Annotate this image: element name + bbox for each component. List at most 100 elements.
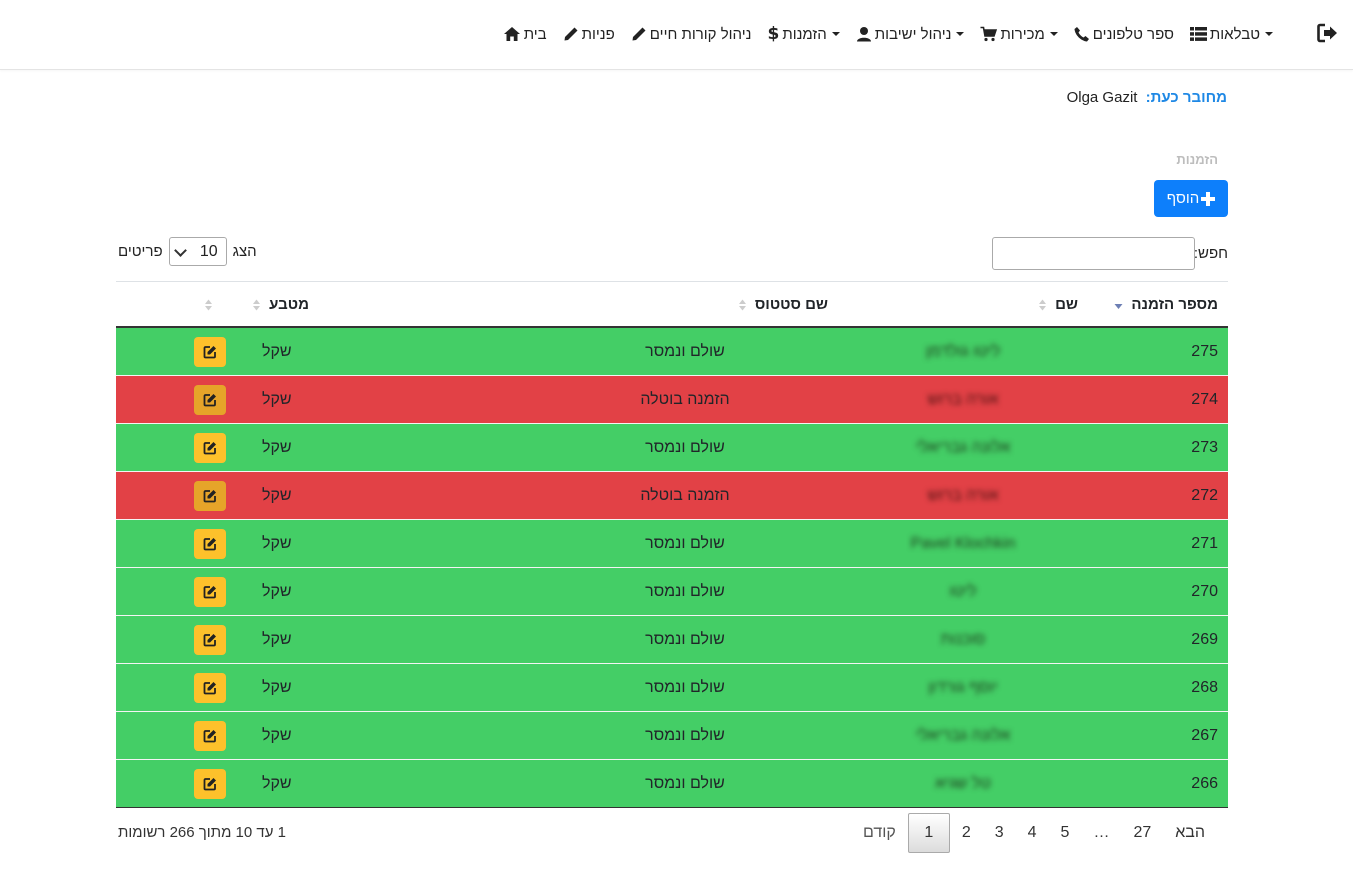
order-number-cell: 274 [1088, 375, 1228, 424]
nav-item-resumes[interactable]: ניהול קורות חיים [631, 26, 751, 43]
edit-button[interactable] [194, 336, 226, 367]
customer-name-cell: יוסף גורדון [838, 663, 1088, 712]
table-row: 266 טל שגיא שולם ונמסר שקל [116, 759, 1228, 808]
add-button-label: הוסף [1166, 190, 1200, 207]
page-length-value: 10 [199, 242, 218, 260]
pagination-next[interactable]: הבא [1163, 813, 1217, 853]
edit-icon [203, 777, 216, 790]
edit-icon [203, 681, 216, 694]
pagination-page-1[interactable]: 1 [907, 813, 950, 853]
column-header-currency[interactable]: מטבע [236, 281, 532, 328]
items-label: פריטים [118, 243, 163, 260]
nav-item-phonebook[interactable]: ספר טלפונים [1074, 26, 1174, 43]
column-header-actions[interactable] [116, 281, 236, 328]
column-header-status[interactable]: שם סטטוס [532, 281, 838, 328]
pagination-page-3[interactable]: 3 [983, 813, 1016, 853]
status-cell: שולם ונמסר [532, 326, 838, 376]
nav-item-tables[interactable]: טבלאות [1189, 25, 1273, 43]
nav-item-label: ניהול ישיבות [874, 25, 952, 43]
currency-cell: שקל [236, 375, 532, 424]
dollar-icon: $ [767, 24, 780, 44]
pagination-page-5[interactable]: 5 [1049, 813, 1082, 853]
nav-item-label: פניות [581, 25, 615, 43]
order-number-cell: 269 [1088, 615, 1228, 664]
pagination-page-2[interactable]: 2 [950, 813, 983, 853]
nav-item-sales[interactable]: מכירות [980, 26, 1058, 43]
page-length-select[interactable]: 10 [168, 237, 227, 266]
nav-item-label: טבלאות [1209, 25, 1260, 43]
edit-button[interactable] [194, 384, 226, 415]
search-label: חפש: [1193, 245, 1228, 262]
order-number-cell: 272 [1088, 471, 1228, 520]
column-header-order-number[interactable]: מספר הזמנה [1088, 281, 1228, 328]
edit-icon [203, 585, 216, 598]
sort-desc-icon [1114, 303, 1123, 309]
sort-both-icon [738, 299, 746, 311]
edit-button[interactable] [194, 576, 226, 607]
actions-cell [116, 711, 236, 760]
connected-user: מחובר כעת: Olga Gazit [1067, 89, 1227, 106]
search-input[interactable] [991, 237, 1195, 270]
show-label: הצג [232, 243, 257, 260]
chevron-down-icon [1049, 32, 1058, 36]
currency-cell: שקל [236, 567, 532, 616]
column-header-name[interactable]: שם [838, 281, 1088, 328]
order-number-cell: 271 [1088, 519, 1228, 568]
status-cell: הזמנה בוטלה [532, 471, 838, 520]
edit-icon [203, 393, 216, 406]
status-cell: שולם ונמסר [532, 711, 838, 760]
add-button[interactable]: הוסף [1154, 180, 1228, 217]
pencil-icon [632, 27, 646, 41]
edit-button[interactable] [194, 432, 226, 463]
nav-item-inquiries[interactable]: פניות [563, 26, 615, 43]
orders-table: מספר הזמנה שם שם סטטוס מטבע 275 ליטו גול… [116, 281, 1228, 808]
edit-icon [203, 345, 216, 358]
page-title: הזמנות [1176, 152, 1218, 167]
actions-cell [116, 326, 236, 376]
edit-button[interactable] [194, 768, 226, 799]
actions-cell [116, 519, 236, 568]
top-navbar: בית פניות ניהול קורות חיים $ הזמנות ניהו… [0, 0, 1353, 70]
phone-icon [1074, 27, 1089, 42]
page-length-control: הצג 10 פריטים [118, 237, 257, 266]
actions-cell [116, 375, 236, 424]
nav-item-label: הזמנות [782, 25, 827, 43]
sort-both-icon [253, 299, 260, 311]
pencil-icon [564, 27, 578, 41]
edit-button[interactable] [194, 624, 226, 655]
customer-name-cell: סוכנות [838, 615, 1088, 664]
customer-name-cell: ליטו [838, 567, 1088, 616]
edit-button[interactable] [194, 480, 226, 511]
currency-cell: שקל [236, 615, 532, 664]
edit-button[interactable] [194, 528, 226, 559]
nav-item-home[interactable]: בית [503, 26, 547, 43]
table-row: 267 אלונה גבריאלי שולם ונמסר שקל [116, 711, 1228, 760]
nav-item-label: בית [523, 25, 547, 43]
table-header-row: מספר הזמנה שם שם סטטוס מטבע [116, 281, 1228, 328]
customer-name-cell: Pavel Klochkin [838, 519, 1088, 568]
table-row: 268 יוסף גורדון שולם ונמסר שקל [116, 663, 1228, 712]
sort-both-icon [205, 299, 212, 311]
customer-name-cell: טל שגיא [838, 759, 1088, 808]
actions-cell [116, 423, 236, 472]
currency-cell: שקל [236, 663, 532, 712]
logout-icon[interactable] [1317, 23, 1339, 43]
actions-cell [116, 615, 236, 664]
pagination-page-4[interactable]: 4 [1016, 813, 1049, 853]
order-number-cell: 266 [1088, 759, 1228, 808]
order-number-cell: 270 [1088, 567, 1228, 616]
nav-item-orders[interactable]: $ הזמנות [767, 24, 840, 44]
edit-icon [203, 633, 216, 646]
nav-item-meetings[interactable]: ניהול ישיבות [856, 26, 965, 43]
edit-icon [203, 441, 216, 454]
actions-cell [116, 663, 236, 712]
records-info: 1 עד 10 מתוך 266 רשומות [118, 824, 286, 841]
edit-button[interactable] [194, 672, 226, 703]
sort-both-icon [1038, 299, 1046, 311]
status-cell: שולם ונמסר [532, 615, 838, 664]
pagination-previous[interactable]: קודם [851, 813, 908, 853]
plus-icon [1201, 191, 1216, 206]
chevron-down-icon [173, 243, 187, 257]
edit-button[interactable] [194, 720, 226, 751]
pagination-page-27[interactable]: 27 [1121, 813, 1163, 853]
